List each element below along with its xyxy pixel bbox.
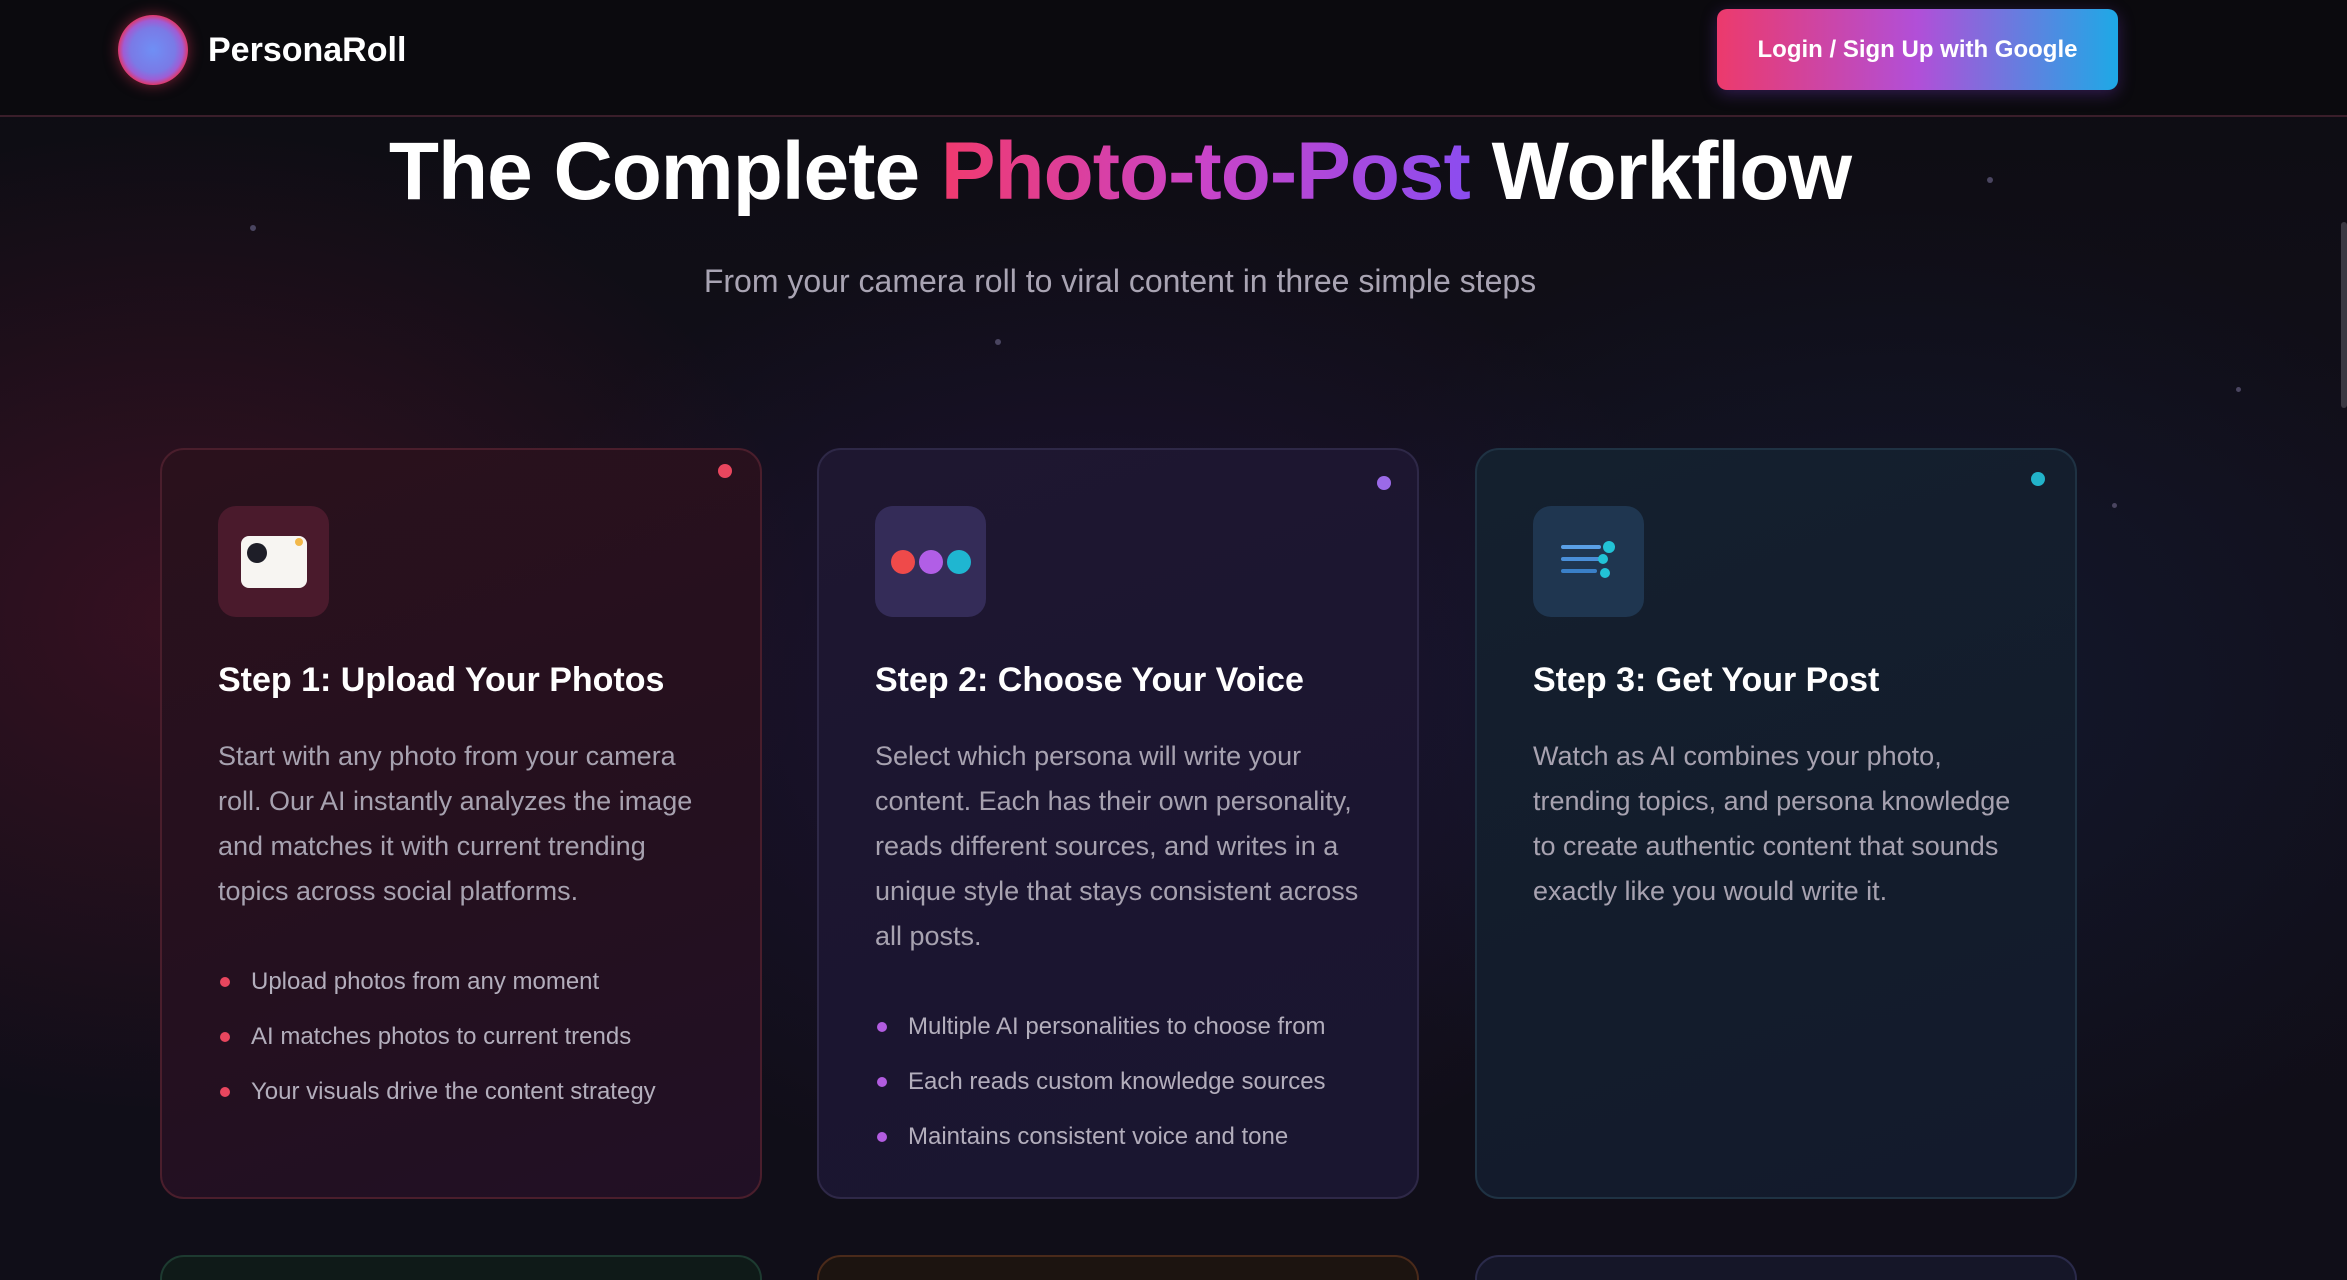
list-item: Upload photos from any moment <box>218 954 704 1009</box>
scrollbar[interactable] <box>2341 222 2347 408</box>
google-login-button[interactable]: Login / Sign Up with Google <box>1717 9 2118 90</box>
accent-dot <box>718 464 732 478</box>
photo-camera-icon <box>218 506 329 617</box>
bullet-icon <box>877 1021 887 1032</box>
point-text: Multiple AI personalities to choose from <box>908 1012 1326 1040</box>
brand-logo-icon <box>118 15 188 85</box>
point-text: Maintains consistent voice and tone <box>908 1122 1289 1150</box>
next-card-partial <box>160 1255 762 1280</box>
bullet-icon <box>877 1131 887 1142</box>
next-card-partial <box>1475 1255 2077 1280</box>
point-text: Each reads custom knowledge sources <box>908 1067 1326 1095</box>
bullet-icon <box>220 976 230 987</box>
decorative-dot <box>2112 503 2117 508</box>
list-item: Your visuals drive the content strategy <box>218 1064 704 1119</box>
step-points: Upload photos from any moment AI matches… <box>218 954 704 1119</box>
list-item: Each reads custom knowledge sources <box>875 1054 1361 1109</box>
decorative-dot <box>995 339 1001 345</box>
step-card-post: Step 3: Get Your Post Watch as AI combin… <box>1475 448 2077 1199</box>
bullet-icon <box>877 1076 887 1087</box>
point-text: Upload photos from any moment <box>251 967 600 995</box>
content-lines-icon <box>1533 506 1644 617</box>
list-item: AI matches photos to current trends <box>218 1009 704 1064</box>
bullet-icon <box>220 1086 230 1097</box>
step-card-upload: Step 1: Upload Your Photos Start with an… <box>160 448 762 1199</box>
list-item: Maintains consistent voice and tone <box>875 1109 1361 1164</box>
section-subtitle: From your camera roll to viral content i… <box>703 263 1537 299</box>
brand[interactable]: PersonaRoll <box>118 15 406 85</box>
decorative-dot <box>250 225 256 231</box>
point-text: AI matches photos to current trends <box>251 1022 632 1050</box>
step-title: Step 1: Upload Your Photos <box>218 661 665 699</box>
step-title: Step 2: Choose Your Voice <box>875 661 1304 699</box>
step-points: Multiple AI personalities to choose from… <box>875 999 1361 1164</box>
step-title: Step 3: Get Your Post <box>1533 661 1880 699</box>
next-card-partial <box>817 1255 1419 1280</box>
point-text: Your visuals drive the content strategy <box>251 1077 656 1105</box>
title-highlight: Photo-to-Post <box>940 126 1471 217</box>
persona-dots-icon <box>875 506 986 617</box>
step-description: Select which persona will write your con… <box>875 741 1359 951</box>
accent-dot <box>1377 476 1391 490</box>
section-title: The Complete Photo-to-Post Workflow <box>0 125 2240 219</box>
decorative-dot <box>2236 387 2241 392</box>
step-description: Start with any photo from your camera ro… <box>218 741 693 906</box>
bullet-icon <box>220 1031 230 1042</box>
step-description: Watch as AI combines your photo, trendin… <box>1533 741 2011 906</box>
title-end: Workflow <box>1469 126 1852 217</box>
title-start: The Complete <box>388 126 941 217</box>
step-card-voice: Step 2: Choose Your Voice Select which p… <box>817 448 1419 1199</box>
top-navbar: PersonaRoll Login / Sign Up with Google <box>0 0 2347 117</box>
brand-name: PersonaRoll <box>208 30 407 69</box>
accent-dot <box>2031 472 2045 486</box>
list-item: Multiple AI personalities to choose from <box>875 999 1361 1054</box>
